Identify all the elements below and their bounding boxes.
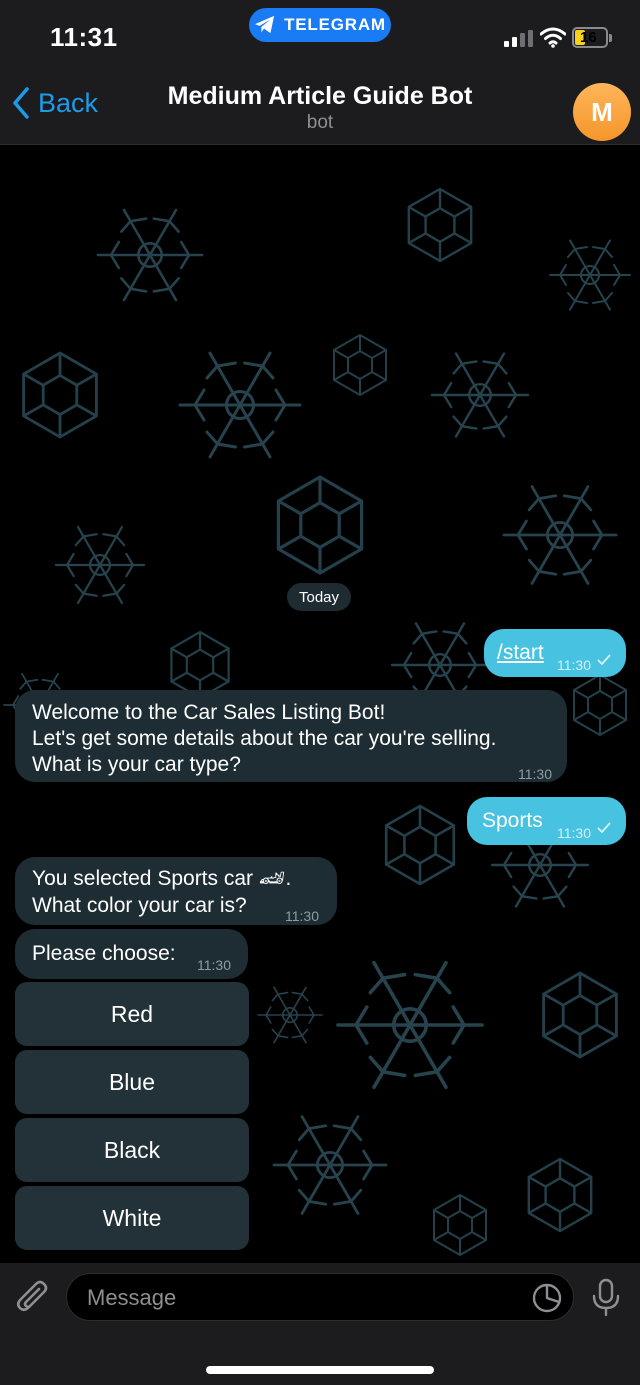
check-icon: [597, 822, 611, 834]
status-bar: 11:31 TELEGRAM 16: [0, 0, 640, 62]
message-time: 11:30: [197, 957, 231, 973]
battery-tip: [609, 34, 612, 42]
avatar[interactable]: M: [573, 83, 631, 141]
status-time: 11:31: [50, 22, 118, 52]
chat-title[interactable]: Medium Article Guide Bot: [0, 82, 640, 111]
telegram-pill[interactable]: TELEGRAM: [249, 8, 391, 42]
paperclip-icon[interactable]: [16, 1279, 50, 1317]
message-text: Please choose:: [32, 942, 176, 965]
battery-icon: 16: [572, 27, 608, 48]
message-time: 11:30: [518, 766, 552, 782]
message-line: Let's get some details about the car you…: [32, 727, 497, 750]
microphone-icon[interactable]: [591, 1278, 621, 1318]
incoming-message[interactable]: Welcome to the Car Sales Listing Bot! Le…: [15, 690, 567, 782]
chat-subtitle: bot: [306, 112, 334, 133]
chat-area[interactable]: Today /start 11:30 Welcome to the Car Sa…: [0, 145, 640, 1263]
message-input[interactable]: [85, 1274, 509, 1322]
wifi-icon: [540, 27, 566, 48]
keyboard-button-white[interactable]: White: [15, 1186, 249, 1250]
outgoing-message[interactable]: Sports 11:30: [467, 797, 626, 845]
keyboard-button-blue[interactable]: Blue: [15, 1050, 249, 1114]
input-bar: [0, 1263, 640, 1385]
message-line: Welcome to the Car Sales Listing Bot!: [32, 701, 386, 724]
outgoing-message[interactable]: /start 11:30: [484, 629, 626, 677]
battery-level: 16: [580, 29, 597, 46]
message-text[interactable]: /start: [497, 640, 544, 666]
message-line: You selected Sports car 🏎.: [32, 867, 292, 890]
date-separator: Today: [287, 583, 351, 611]
check-icon: [597, 654, 611, 666]
telegram-plane-icon: [255, 15, 275, 34]
message-text: Sports: [482, 809, 543, 832]
message-time: 11:30: [557, 825, 591, 841]
incoming-message[interactable]: Please choose: 11:30: [15, 929, 248, 979]
message-line: What color your car is?: [32, 894, 247, 917]
keyboard-button-black[interactable]: Black: [15, 1118, 249, 1182]
home-indicator[interactable]: [206, 1366, 434, 1374]
signal-icon: [504, 30, 533, 47]
sticker-icon[interactable]: [531, 1282, 563, 1314]
message-field[interactable]: [66, 1273, 574, 1322]
avatar-letter: M: [591, 96, 613, 127]
message-time: 11:30: [285, 908, 319, 924]
keyboard-button-red[interactable]: Red: [15, 982, 249, 1046]
telegram-pill-label: TELEGRAM: [284, 15, 386, 34]
message-time: 11:30: [557, 657, 591, 673]
incoming-message[interactable]: You selected Sports car 🏎. What color yo…: [15, 857, 337, 925]
message-line: What is your car type?: [32, 753, 241, 776]
chat-header: Back Medium Article Guide Bot bot M: [0, 62, 640, 145]
